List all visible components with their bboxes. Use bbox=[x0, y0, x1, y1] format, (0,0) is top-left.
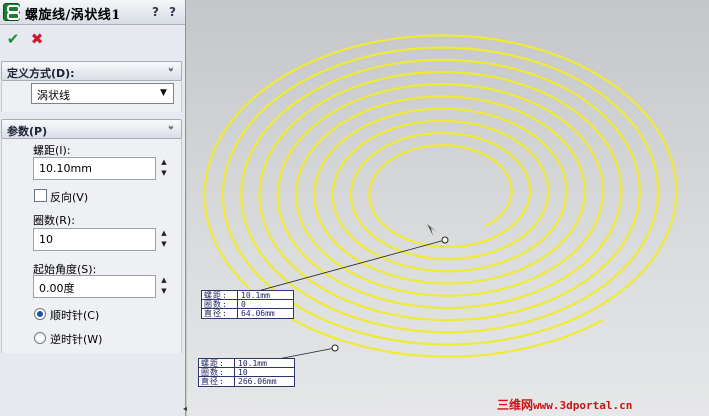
collapse-icon[interactable]: ‹‹ bbox=[162, 123, 180, 135]
dropdown-arrow-icon[interactable]: ▼ bbox=[156, 86, 171, 101]
title-bar: 螺旋线/涡状线1 ? ? bbox=[0, 0, 185, 25]
pitch-value: 10.10mm bbox=[39, 162, 92, 175]
whats-new-icon[interactable]: ? bbox=[152, 5, 159, 19]
parameters-group-header[interactable]: 参数(P) ‹‹ bbox=[1, 119, 182, 139]
callout-key: 直径: bbox=[201, 377, 225, 386]
property-manager: 螺旋线/涡状线1 ? ? ✔ ✖ 定义方式(D): ‹‹ 涡状线 ▼ 参数(P)… bbox=[0, 0, 186, 416]
counterclockwise-label: 逆时针(W) bbox=[50, 333, 103, 346]
help-icon[interactable]: ? bbox=[169, 5, 176, 19]
define-by-label: 定义方式(D): bbox=[7, 67, 75, 80]
callout-diameter-value[interactable]: 266.06mm bbox=[234, 377, 294, 386]
collapse-icon[interactable]: ‹‹ bbox=[162, 65, 180, 77]
watermark-site: www.3dportal.cn bbox=[533, 399, 633, 412]
cursor-icon bbox=[427, 224, 437, 236]
graphics-area[interactable]: 螺距: 10.1mm 圈数: 0 直径: 64.06mm 螺距: 10.1mm 圈数: 1… bbox=[187, 0, 709, 416]
callout-key: 螺距: bbox=[204, 291, 228, 300]
pitch-input[interactable]: 10.10mm bbox=[33, 157, 156, 180]
callout-inner: 螺距: 10.1mm 圈数: 0 直径: 64.06mm bbox=[201, 290, 294, 319]
define-by-dropdown[interactable]: 涡状线 ▼ bbox=[31, 83, 174, 104]
watermark: 三维网www.3dportal.cn bbox=[497, 396, 632, 413]
spiral-canvas bbox=[203, 34, 678, 366]
revolutions-input[interactable]: 10 bbox=[33, 228, 156, 251]
watermark-cn: 三维网 bbox=[497, 398, 534, 412]
callout-key: 圈数: bbox=[204, 300, 228, 309]
feature-title: 螺旋线/涡状线1 bbox=[25, 8, 121, 23]
callout-revs-value[interactable]: 10 bbox=[234, 368, 294, 377]
helix-feature-icon bbox=[3, 3, 20, 21]
reverse-label: 反向(V) bbox=[50, 191, 89, 204]
revolutions-value: 10 bbox=[39, 233, 53, 246]
parameters-label: 参数(P) bbox=[7, 125, 48, 138]
reverse-checkbox[interactable] bbox=[34, 189, 47, 202]
clockwise-label: 顺时针(C) bbox=[50, 309, 100, 322]
start-angle-input[interactable]: 0.00度 bbox=[33, 275, 156, 298]
pitch-spinner[interactable]: ▲ ▼ bbox=[158, 157, 170, 180]
callout-diameter-value[interactable]: 64.06mm bbox=[237, 309, 293, 318]
callout-pitch-value[interactable]: 10.1mm bbox=[234, 359, 294, 368]
callout-key: 圈数: bbox=[201, 368, 225, 377]
start-angle-value: 0.00度 bbox=[39, 282, 75, 295]
callout-revs-value[interactable]: 0 bbox=[237, 300, 293, 309]
pitch-label: 螺距(I): bbox=[33, 144, 71, 157]
callout-pitch-value[interactable]: 10.1mm bbox=[237, 291, 293, 300]
define-by-selected: 涡状线 bbox=[37, 89, 70, 102]
cancel-button[interactable]: ✖ bbox=[28, 31, 46, 47]
start-angle-spinner[interactable]: ▲ ▼ bbox=[158, 275, 170, 298]
revolutions-label: 圈数(R): bbox=[33, 214, 75, 227]
define-by-group-header[interactable]: 定义方式(D): ‹‹ bbox=[1, 61, 182, 81]
spiral-end-handle[interactable] bbox=[331, 344, 339, 352]
spiral-start-handle[interactable] bbox=[441, 236, 449, 244]
callout-key: 直径: bbox=[204, 309, 228, 318]
ok-button[interactable]: ✔ bbox=[4, 31, 22, 47]
callout-key: 螺距: bbox=[201, 359, 225, 368]
counterclockwise-radio[interactable] bbox=[34, 332, 46, 344]
clockwise-radio[interactable] bbox=[34, 308, 46, 320]
callout-outer: 螺距: 10.1mm 圈数: 10 直径: 266.06mm bbox=[198, 358, 295, 387]
revolutions-spinner[interactable]: ▲ ▼ bbox=[158, 228, 170, 251]
